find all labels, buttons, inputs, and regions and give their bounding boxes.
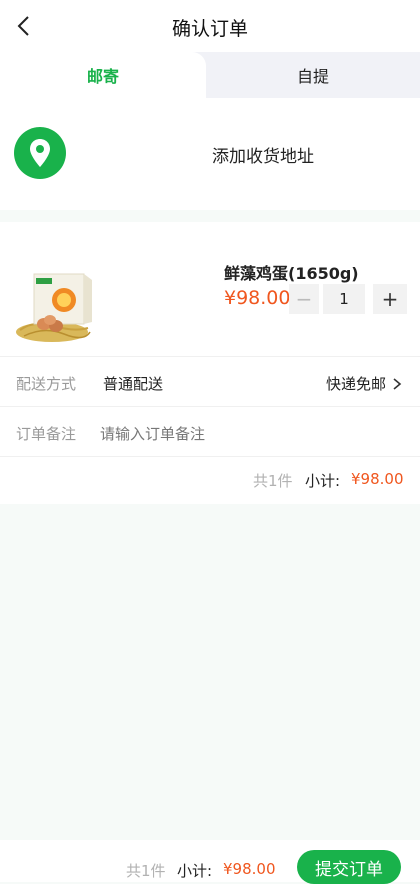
divider: [0, 406, 420, 407]
add-address-label: 添加收货地址: [212, 147, 314, 167]
divider: [0, 456, 420, 457]
divider: [0, 356, 420, 357]
product-name: 鲜藻鸡蛋(1650g): [224, 264, 359, 283]
decrease-button[interactable]: −: [289, 284, 319, 314]
product-image: [14, 260, 94, 346]
bottom-subtotal-label: 小计:: [177, 862, 213, 880]
subtotal-label: 小计:: [305, 472, 341, 490]
order-card: 鲜藻鸡蛋(1650g) ¥98.00 − 1 + 配送方式 普通配送 快递免邮 …: [0, 222, 420, 504]
bottom-subtotal-amount: ¥98.00: [223, 860, 276, 878]
product-price: ¥98.00: [224, 287, 291, 309]
page-title: 确认订单: [171, 18, 248, 40]
shipping-option[interactable]: 快递免邮: [326, 373, 402, 394]
shipping-option-label: 快递免邮: [325, 375, 386, 393]
order-remark-input[interactable]: 请输入订单备注: [100, 423, 205, 444]
bottom-item-count: 共1件: [126, 862, 166, 880]
delivery-method-label: 配送方式: [16, 375, 77, 393]
tab-self-pickup[interactable]: 自提: [206, 52, 420, 98]
tab-mail[interactable]: 邮寄: [0, 52, 206, 98]
submit-order-button[interactable]: 提交订单: [297, 850, 401, 884]
add-address-card[interactable]: 添加收货地址: [0, 98, 420, 210]
quantity-stepper: − 1 +: [289, 284, 407, 314]
nav-header: 确认订单: [0, 0, 420, 52]
order-remark-label: 订单备注: [16, 425, 77, 443]
increase-button[interactable]: +: [373, 284, 407, 314]
quantity-value[interactable]: 1: [323, 284, 365, 314]
item-count: 共1件: [253, 472, 293, 490]
delivery-method-value: 普通配送: [103, 375, 164, 393]
delivery-tabs: 邮寄 自提: [0, 52, 420, 98]
subtotal-amount: ¥98.00: [351, 470, 404, 488]
chevron-right-icon: [393, 377, 402, 390]
checkout-bar: 共1件 小计: ¥98.00 提交订单: [0, 840, 420, 884]
